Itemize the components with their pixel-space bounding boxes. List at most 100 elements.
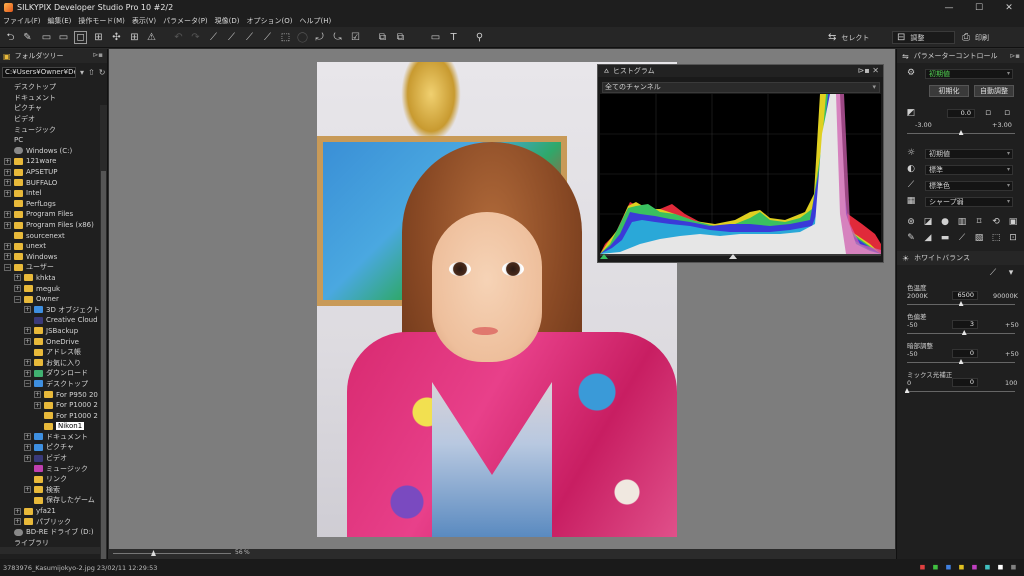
filmstrip-view-icon[interactable]: ▭ <box>57 31 70 44</box>
dropper-icon[interactable]: ⟋ <box>906 180 916 190</box>
histogram-close-icon[interactable]: ⊳▪ ✕ <box>858 66 879 75</box>
tree-item[interactable]: + JSBackup <box>0 326 100 337</box>
tree-item[interactable]: ピクチャ <box>0 103 100 114</box>
tree-item[interactable]: + Program Files (x86) <box>0 220 100 231</box>
maximize-button[interactable]: ☐ <box>964 0 994 15</box>
crop-icon[interactable]: ⬚ <box>279 31 292 44</box>
auto-adjust-button[interactable]: 自動調整 <box>974 85 1014 97</box>
compare-view-icon[interactable]: ⊞ <box>92 31 105 44</box>
expand-icon[interactable]: + <box>24 369 31 377</box>
wb-menu-icon[interactable]: ▾ <box>1006 268 1016 278</box>
mix-knob[interactable] <box>904 388 910 393</box>
color-label-icon[interactable]: ◼ <box>931 563 940 572</box>
temp-value[interactable]: 6500 <box>952 291 978 300</box>
menu-parameter[interactable]: パラメータ(P) <box>163 16 207 26</box>
brush-icon[interactable]: ⟋ <box>207 31 220 44</box>
rotate-left-icon[interactable]: ⤾ <box>313 31 326 44</box>
tool-icon[interactable]: ▥ <box>957 217 967 227</box>
single-view-icon[interactable]: ◻ <box>74 31 87 44</box>
fine-knob[interactable] <box>958 359 964 364</box>
exposure-slider[interactable] <box>907 130 1015 135</box>
preset-select[interactable]: 初期値 ▾ <box>925 69 1013 79</box>
menu-file[interactable]: ファイル(F) <box>3 16 41 26</box>
tree-item[interactable]: Windows (C:) <box>0 146 100 157</box>
fullscreen-icon[interactable]: ✣ <box>110 31 123 44</box>
paste-params-icon[interactable]: ⧉ <box>394 31 407 44</box>
reset-button[interactable]: 初期化 <box>929 85 969 97</box>
screen-icon[interactable]: ▭ <box>429 31 442 44</box>
pen-icon[interactable]: ✎ <box>21 31 34 44</box>
expand-icon[interactable]: + <box>24 486 31 494</box>
color-label-icon[interactable]: ◼ <box>970 563 979 572</box>
exposure-knob[interactable] <box>958 130 964 135</box>
tone-select-3[interactable]: 標準色 ▾ <box>925 181 1013 191</box>
exposure-icon[interactable]: ◩ <box>906 108 916 118</box>
eraser-icon[interactable]: ⟋ <box>243 31 256 44</box>
temp-slider[interactable] <box>907 301 1015 306</box>
histogram-window[interactable]: ⩟ ヒストグラム ⊳▪ ✕ 全てのチャンネル ▾ <box>597 64 884 263</box>
tone-select-2[interactable]: 標準 ▾ <box>925 165 1013 175</box>
expand-icon[interactable]: + <box>24 306 31 314</box>
tool-icon[interactable]: ⬚ <box>991 233 1001 243</box>
thumbnail-view-icon[interactable]: ▭ <box>40 31 53 44</box>
up-folder-icon[interactable]: ⇧ <box>88 68 95 77</box>
tool-icon[interactable]: ⟋ <box>957 233 967 243</box>
tool-icon[interactable]: ◪ <box>923 217 933 227</box>
text-icon[interactable]: T <box>447 31 460 44</box>
exposure-minus-icon[interactable]: ▫ <box>983 108 993 118</box>
redo-icon[interactable]: ↷ <box>189 31 202 44</box>
tint-knob[interactable] <box>961 330 967 335</box>
select-mode-button[interactable]: ⇆ セレクト <box>828 31 869 44</box>
tone-select-1[interactable]: 初期値 ▾ <box>925 149 1013 159</box>
tree-item[interactable]: + khkta <box>0 273 100 284</box>
expand-icon[interactable]: + <box>4 221 11 229</box>
menu-mode[interactable]: 操作モード(M) <box>78 16 125 26</box>
sun-icon[interactable]: ☼ <box>906 148 916 158</box>
fine-slider[interactable] <box>907 359 1015 364</box>
tool-icon[interactable]: ⟲ <box>991 217 1001 227</box>
undo-icon[interactable]: ↶ <box>172 31 185 44</box>
tool-icon[interactable]: ▣ <box>1008 217 1018 227</box>
menu-options[interactable]: オプション(O) <box>247 16 293 26</box>
tool-icon[interactable]: ⊡ <box>1008 233 1018 243</box>
gear-icon[interactable]: ⚙ <box>906 68 916 78</box>
tool-icon[interactable]: ● <box>940 217 950 227</box>
check-icon[interactable]: ☑ <box>349 31 362 44</box>
tree-item[interactable]: + yfa21 <box>0 506 100 517</box>
exposure-value[interactable]: 0.0 <box>947 109 975 118</box>
menu-view[interactable]: 表示(V) <box>132 16 156 26</box>
circle-icon[interactable]: ◯ <box>296 31 309 44</box>
tree-item[interactable]: ミュージック <box>0 463 100 474</box>
expand-icon[interactable]: + <box>24 327 31 335</box>
tree-item[interactable]: sourcenext <box>0 230 100 241</box>
tree-item[interactable]: − Owner <box>0 294 100 305</box>
path-input[interactable]: C:¥Users¥Owner¥De <box>2 66 76 78</box>
tree-item[interactable]: +121ware <box>0 156 100 167</box>
tree-item[interactable]: + For P1000 2 <box>0 400 100 411</box>
copy-params-icon[interactable]: ⧉ <box>376 31 389 44</box>
tree-item[interactable]: + unext <box>0 241 100 252</box>
collapse-icon[interactable]: − <box>14 295 21 303</box>
expand-icon[interactable]: + <box>34 391 41 399</box>
tree-item[interactable]: アドレス帳 <box>0 347 100 358</box>
tree-item[interactable]: PC <box>0 135 100 146</box>
tree-scrollbar[interactable] <box>100 105 107 576</box>
dropper-icon[interactable]: ⟋ <box>225 31 238 44</box>
expand-icon[interactable]: + <box>4 168 11 176</box>
grid-icon[interactable]: ⊞ <box>128 31 141 44</box>
tree-item[interactable]: ミュージック <box>0 124 100 135</box>
zoom-slider-knob[interactable] <box>151 550 156 556</box>
expand-icon[interactable]: + <box>4 253 11 261</box>
exposure-plus-icon[interactable]: ▫ <box>1002 108 1012 118</box>
tree-item[interactable]: ビデオ <box>0 114 100 125</box>
tree-item[interactable]: + OneDrive <box>0 336 100 347</box>
tool-icon[interactable]: ⌑ <box>974 217 984 227</box>
mix-slider[interactable] <box>904 388 1015 393</box>
expand-icon[interactable]: + <box>14 274 21 282</box>
contrast-icon[interactable]: ◐ <box>906 164 916 174</box>
collapse-icon[interactable]: − <box>4 263 11 271</box>
menu-edit[interactable]: 編集(E) <box>48 16 72 26</box>
tool-icon[interactable]: ◢ <box>923 233 933 243</box>
tree-item[interactable]: For P1000 2 <box>0 410 100 421</box>
back-icon[interactable]: ⮌ <box>4 31 17 44</box>
